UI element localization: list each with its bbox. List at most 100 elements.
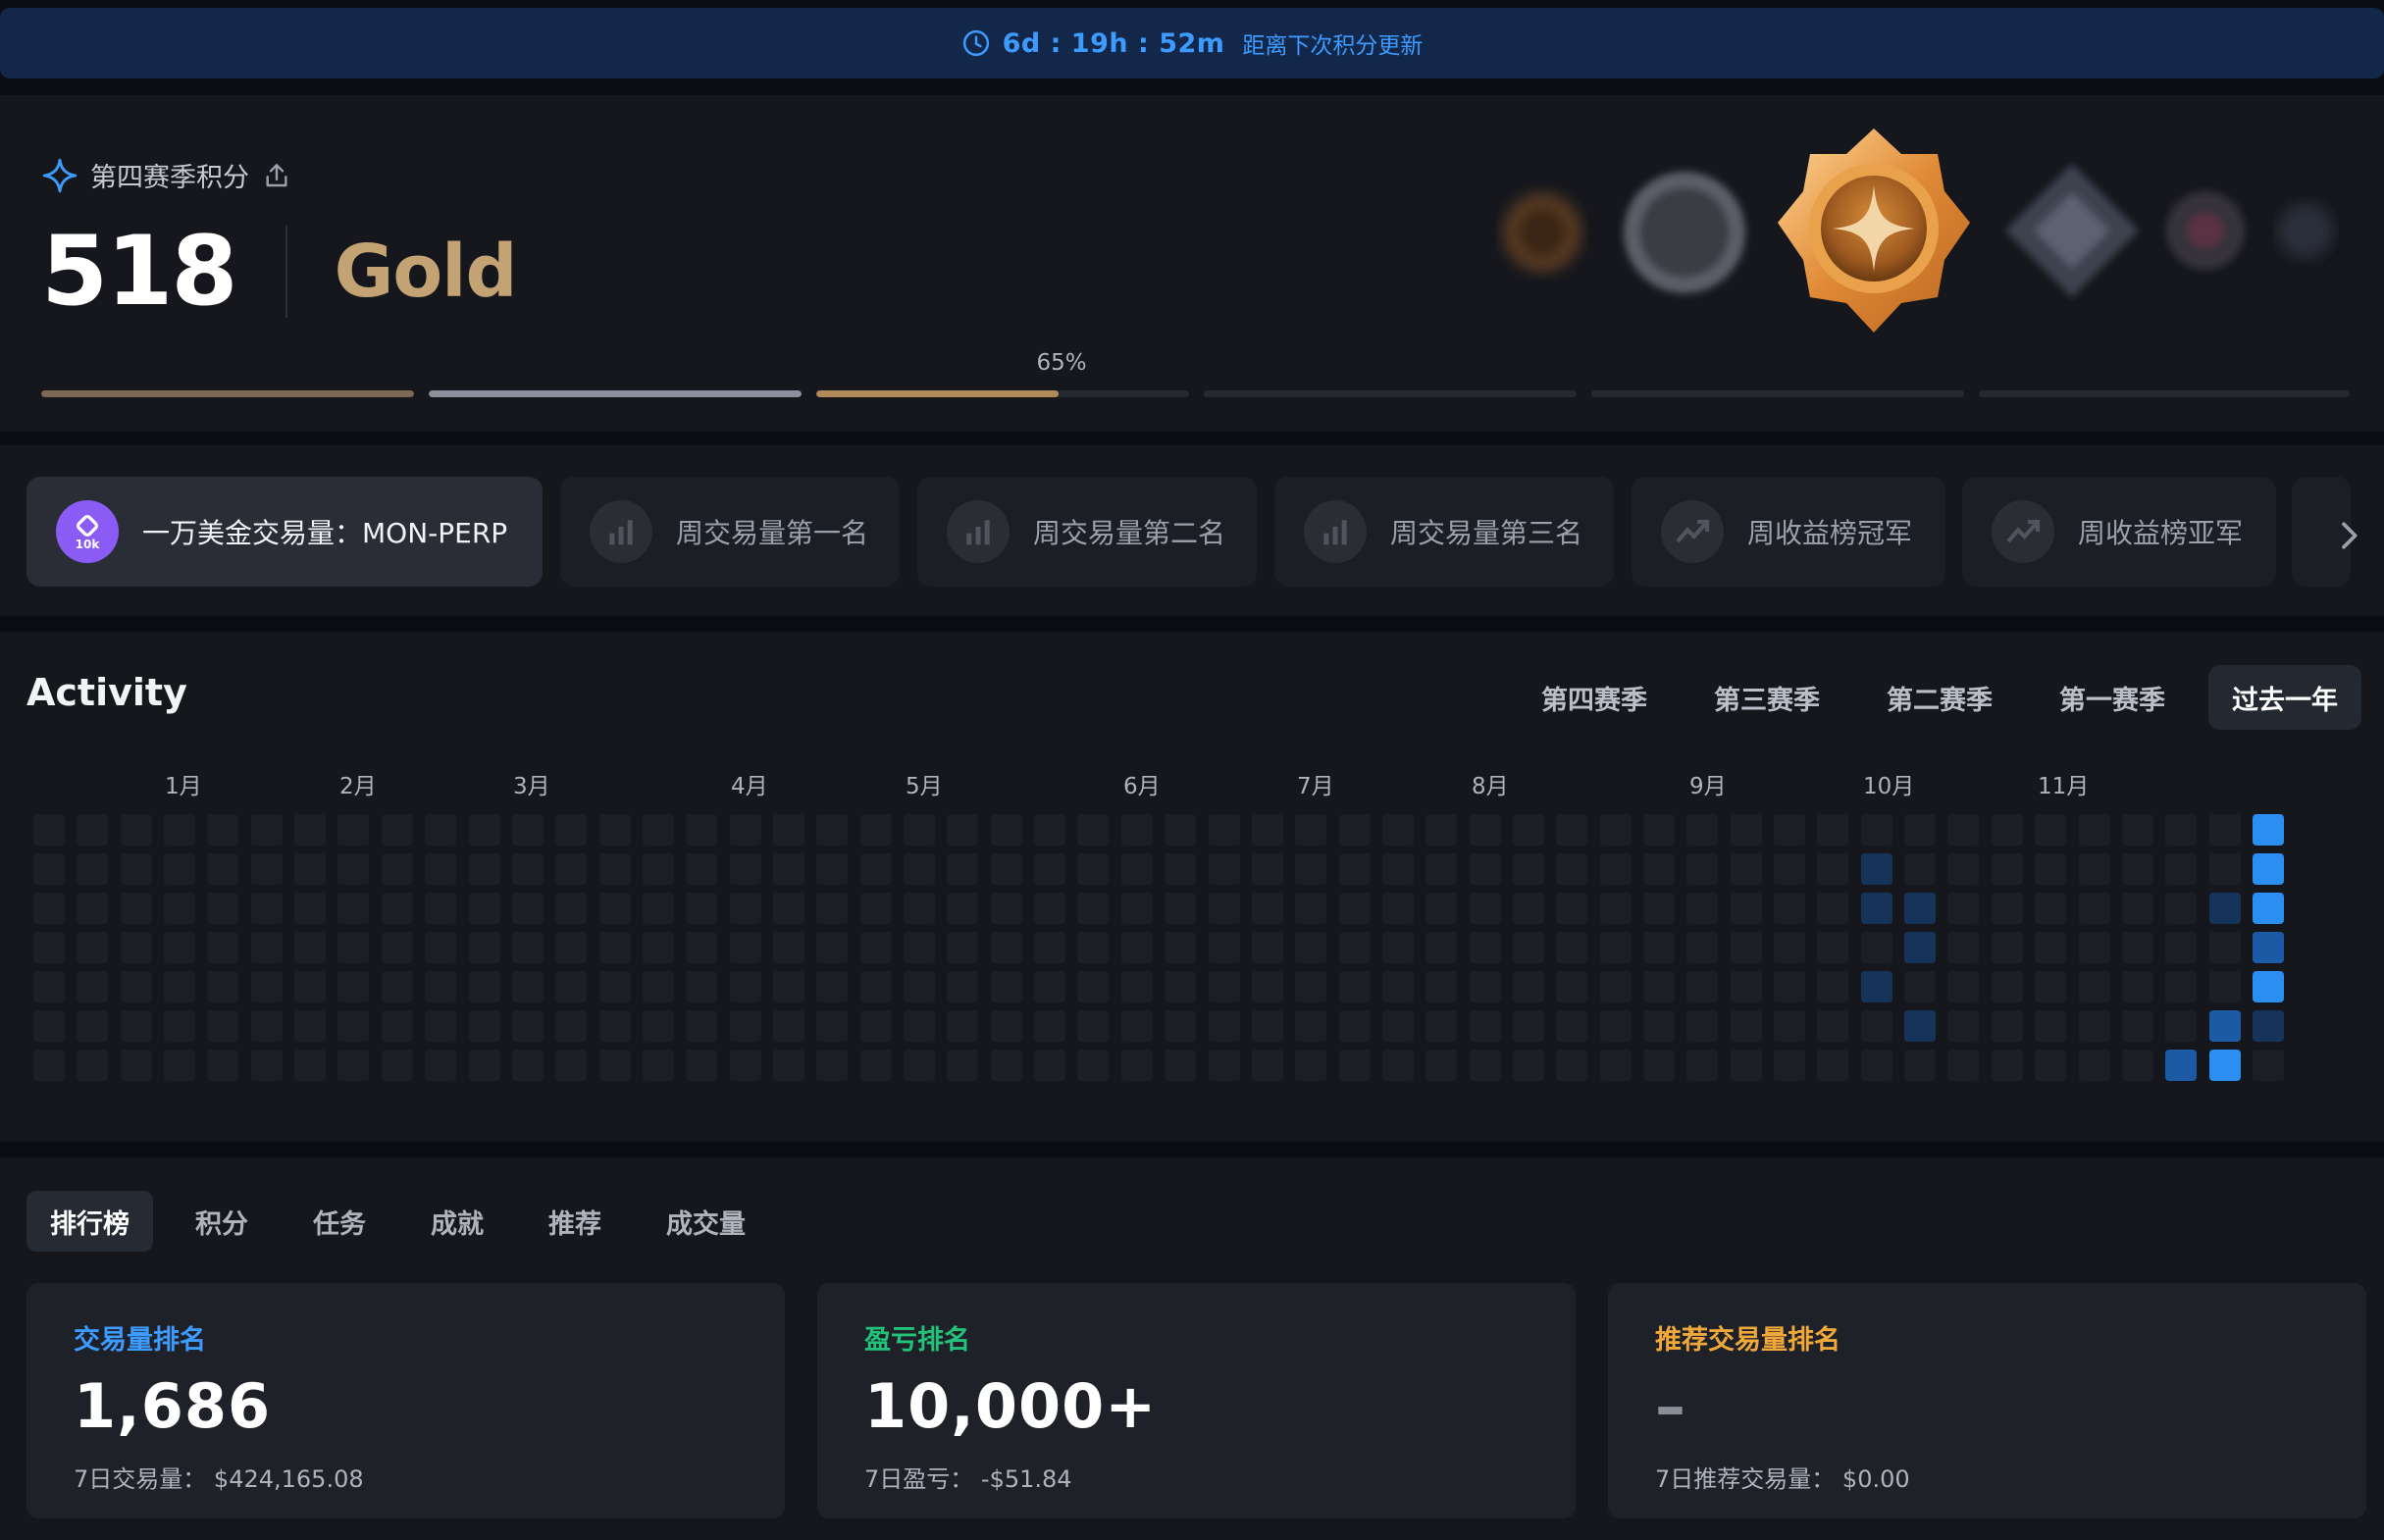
activity-day-cell	[773, 893, 804, 924]
badge-card[interactable]: 周收益榜冠军	[1632, 477, 1945, 587]
activity-day-cell	[1774, 893, 1805, 924]
activity-day-cell	[1295, 893, 1327, 924]
activity-day-cell	[816, 853, 849, 885]
tab-tasks[interactable]: 任务	[289, 1191, 389, 1252]
activity-day-cell	[2121, 932, 2153, 963]
badge-label: 周交易量第二名	[1033, 517, 1226, 549]
activity-day-cell	[77, 1050, 109, 1081]
tab-volume[interactable]: 成交量	[643, 1191, 769, 1252]
month-label: 11月	[2038, 774, 2090, 799]
activity-day-cell	[294, 893, 327, 924]
activity-day-cell	[947, 971, 979, 1002]
tab-referrals[interactable]: 推荐	[525, 1191, 625, 1252]
progress-segment-3	[816, 390, 1189, 397]
activity-day-cell	[1904, 893, 1936, 924]
activity-day-cell	[511, 1050, 544, 1081]
activity-day-cell	[1208, 814, 1240, 846]
badge-card[interactable]: 周交易量第二名	[917, 477, 1257, 587]
season-filter-s2[interactable]: 第二赛季	[1863, 665, 2016, 730]
activity-day-cell	[1208, 932, 1240, 963]
month-label: 10月	[1863, 774, 1915, 799]
activity-day-cell	[164, 814, 196, 846]
activity-day-cell	[990, 814, 1022, 846]
activity-day-cell	[1034, 971, 1066, 1002]
activity-day-cell	[1947, 814, 1980, 846]
activity-day-cell	[1165, 932, 1197, 963]
activity-day-cell	[1512, 814, 1544, 846]
activity-day-cell	[2252, 814, 2284, 846]
activity-day-cell	[642, 853, 674, 885]
activity-day-cell	[1643, 893, 1675, 924]
activity-day-cell	[1208, 893, 1240, 924]
activity-day-cell	[2165, 1010, 2198, 1042]
season-filter-s4[interactable]: 第四赛季	[1518, 665, 1671, 730]
activity-day-cell	[1991, 893, 2023, 924]
activity-day-cell	[1034, 932, 1066, 963]
activity-day-cell	[2208, 814, 2241, 846]
tab-leaderboard[interactable]: 排行榜	[26, 1191, 153, 1252]
activity-day-cell	[1599, 814, 1632, 846]
badge-label: 周交易量第三名	[1390, 517, 1583, 549]
activity-day-cell	[120, 1050, 152, 1081]
tab-achievements[interactable]: 成就	[407, 1191, 507, 1252]
activity-day-cell	[1338, 932, 1371, 963]
activity-day-cell	[1077, 893, 1110, 924]
activity-day-cell	[1251, 814, 1283, 846]
activity-day-cell	[2208, 893, 2241, 924]
activity-day-cell	[2121, 971, 2153, 1002]
activity-day-cell	[990, 932, 1022, 963]
activity-day-cell	[598, 932, 631, 963]
activity-day-cell	[1643, 971, 1675, 1002]
share-icon[interactable]	[261, 160, 292, 191]
activity-day-cell	[1251, 853, 1283, 885]
season-filter-s3[interactable]: 第三赛季	[1690, 665, 1843, 730]
activity-day-cell	[2165, 932, 2198, 963]
activity-day-cell	[120, 814, 152, 846]
activity-day-cell	[1730, 971, 1762, 1002]
activity-day-cell	[1556, 971, 1588, 1002]
activity-day-cell	[1381, 814, 1414, 846]
activity-day-cell	[773, 1050, 804, 1081]
activity-day-cell	[468, 1010, 500, 1042]
activity-day-cell	[1860, 932, 1892, 963]
divider	[285, 226, 287, 318]
activity-day-cell	[859, 853, 892, 885]
activity-day-cell	[1251, 1010, 1283, 1042]
activity-day-cell	[1077, 1050, 1110, 1081]
chevron-right-icon[interactable]	[2329, 516, 2368, 555]
trend-up-icon	[1661, 500, 1724, 563]
season-points: 518	[41, 216, 238, 328]
activity-day-cell	[598, 1010, 631, 1042]
tab-points[interactable]: 积分	[172, 1191, 272, 1252]
badge-card[interactable]: 周交易量第一名	[560, 477, 900, 587]
activity-day-cell	[425, 932, 457, 963]
activity-day-cell	[120, 1010, 152, 1042]
progress-segment-1	[41, 390, 414, 397]
activity-day-cell	[1730, 932, 1762, 963]
activity-day-cell	[1338, 814, 1371, 846]
activity-day-cell	[120, 932, 152, 963]
activity-day-cell	[990, 893, 1022, 924]
badge-card[interactable]: 周交易量第三名	[1274, 477, 1614, 587]
activity-day-cell	[1208, 853, 1240, 885]
activity-day-cell	[2121, 853, 2153, 885]
activity-day-cell	[904, 971, 935, 1002]
activity-day-cell	[2078, 893, 2110, 924]
activity-day-cell	[337, 814, 370, 846]
activity-day-cell	[250, 932, 283, 963]
activity-day-cell	[1730, 893, 1762, 924]
season-filter-s1[interactable]: 第一赛季	[2036, 665, 2189, 730]
season-filter-past-year[interactable]: 过去一年	[2208, 665, 2361, 730]
activity-day-cell	[1686, 971, 1719, 1002]
activity-day-cell	[2252, 1050, 2284, 1081]
activity-day-cell	[1165, 893, 1197, 924]
badge-card[interactable]: 周收益榜亚军	[1962, 477, 2276, 587]
activity-day-cell	[2035, 853, 2067, 885]
badge-card[interactable]: 10k 一万美金交易量：MON-PERP	[26, 477, 543, 587]
activity-day-cell	[1817, 814, 1849, 846]
activity-day-cell	[1469, 814, 1501, 846]
activity-day-cell	[1599, 971, 1632, 1002]
points-row: 518 Gold	[41, 213, 517, 331]
activity-day-cell	[1643, 1050, 1675, 1081]
activity-day-cell	[1991, 932, 2023, 963]
